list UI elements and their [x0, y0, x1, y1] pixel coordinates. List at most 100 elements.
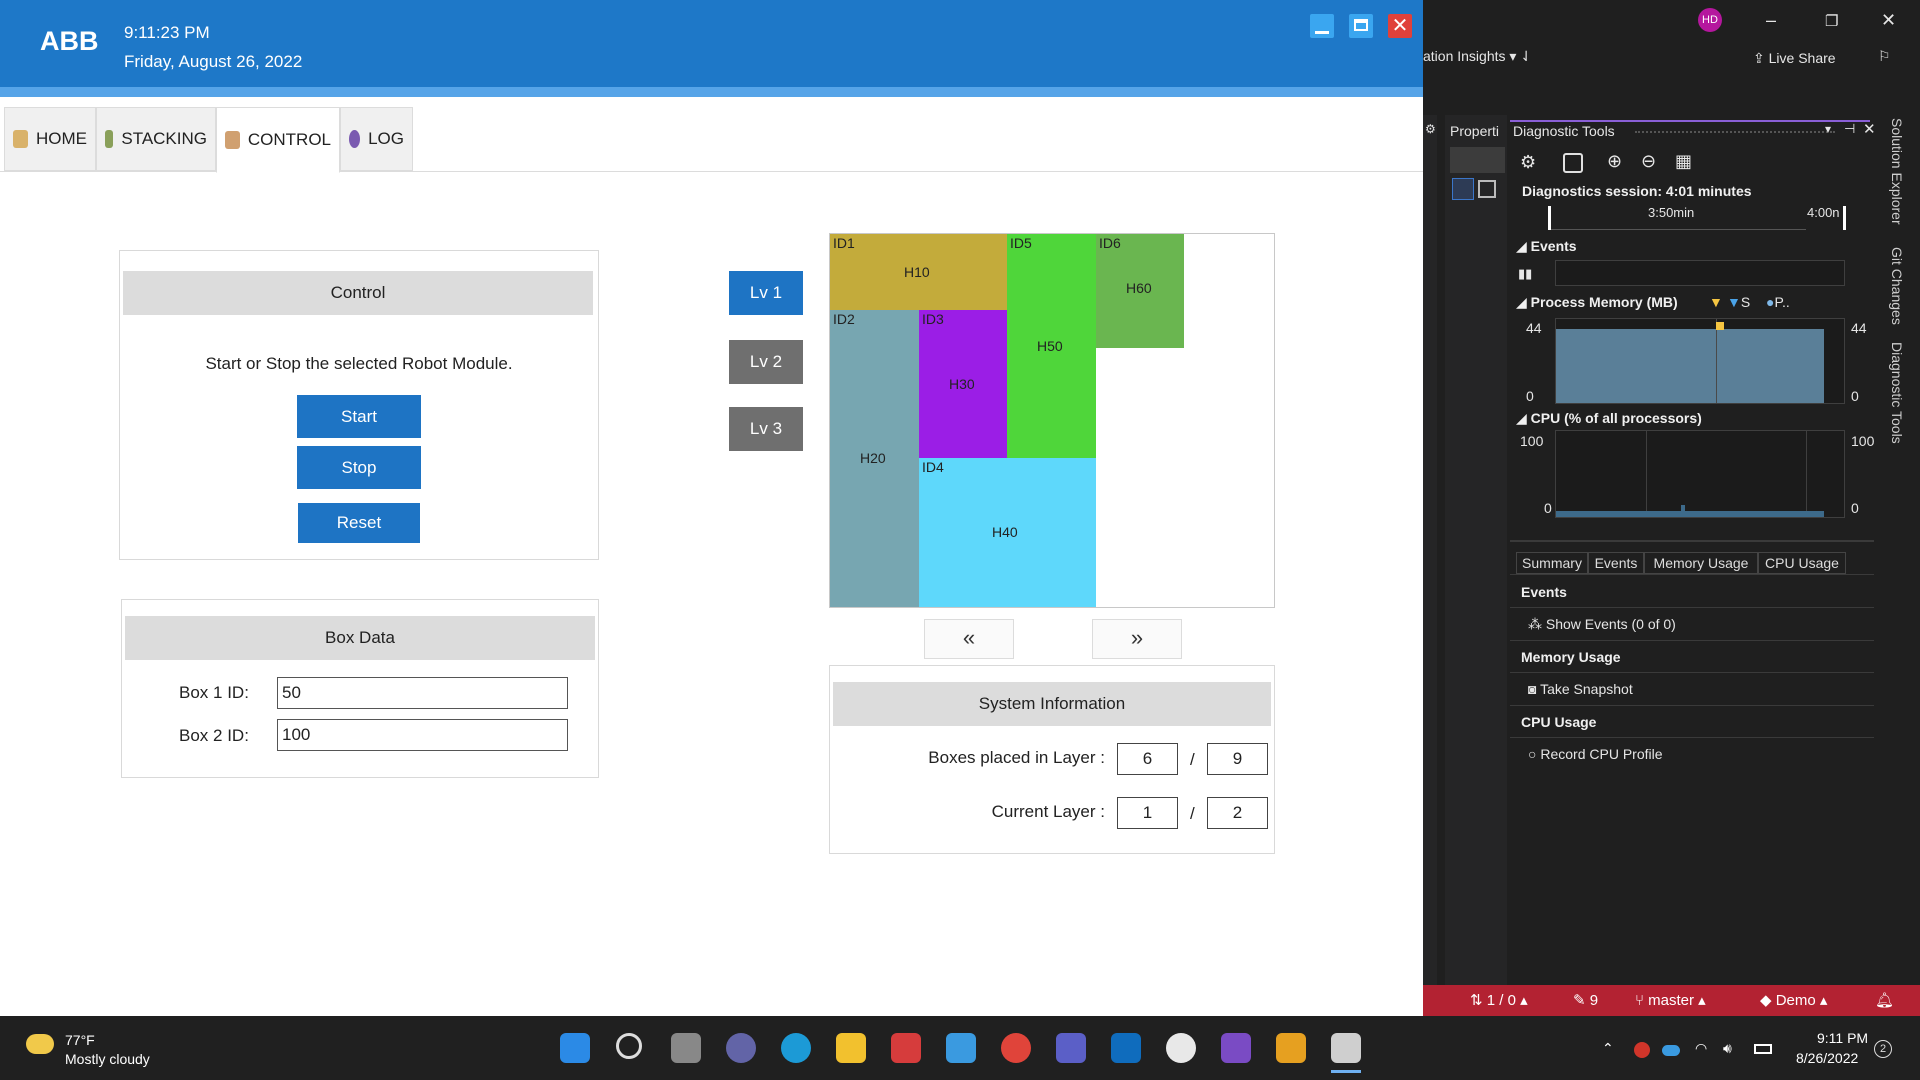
clock-date[interactable]: 8/26/2022 [1796, 1050, 1858, 1066]
diag-settings-icon[interactable]: ⚙ [1520, 152, 1536, 173]
show-events-link[interactable]: ⁂ Show Events (0 of 0) [1528, 616, 1676, 633]
tab-home[interactable]: HOME [4, 107, 96, 171]
tab-log[interactable]: LOG [340, 107, 413, 171]
divider [1510, 737, 1874, 738]
vs-close-icon[interactable]: ✕ [1881, 10, 1896, 31]
feedback-icon[interactable]: ⚐ [1878, 48, 1891, 65]
notification-badge[interactable]: 2 [1874, 1040, 1892, 1058]
tab-stacking[interactable]: STACKING [96, 107, 216, 171]
box-id-label: ID1 [833, 235, 855, 251]
take-snapshot-link[interactable]: ◙ Take Snapshot [1528, 681, 1633, 697]
clock-time[interactable]: 9:11 PM [1817, 1030, 1868, 1046]
cpu-graph [1555, 430, 1845, 518]
close-panel-icon[interactable]: ✕ [1863, 120, 1876, 138]
app-icon[interactable] [1166, 1033, 1196, 1063]
chrome-icon[interactable] [1001, 1033, 1031, 1063]
tab-cpu-usage[interactable]: CPU Usage [1758, 552, 1846, 574]
sync-status[interactable]: ⇅ 1 / 0 ▴ [1470, 991, 1528, 1009]
categorized-icon[interactable] [1452, 178, 1474, 200]
properties-tab[interactable]: Properti [1450, 123, 1499, 139]
alphabetical-icon[interactable] [1478, 180, 1496, 198]
winforms-app-icon[interactable] [1276, 1033, 1306, 1063]
diagnostic-tools-tab[interactable]: Diagnostic Tools [1889, 342, 1905, 444]
task-view-icon[interactable] [671, 1033, 701, 1063]
solution-explorer-tab[interactable]: Solution Explorer [1889, 118, 1905, 225]
boxes-placed-label: Boxes placed in Layer : [928, 748, 1105, 767]
export-icon[interactable] [1563, 153, 1583, 173]
vs-minimize-icon[interactable]: – [1766, 10, 1776, 31]
cpu-section-header[interactable]: ◢ CPU (% of all processors) [1516, 410, 1702, 427]
gift-app-icon[interactable] [891, 1033, 921, 1063]
repo-label: Demo [1775, 992, 1816, 1009]
next-button[interactable]: » [1092, 619, 1182, 659]
level-1-button[interactable]: Lv 1 [729, 271, 803, 315]
session-duration: Diagnostics session: 4:01 minutes [1522, 183, 1752, 199]
branch-status[interactable]: ⑂ master ▴ [1635, 991, 1706, 1009]
stop-button[interactable]: Stop [297, 446, 421, 489]
notifications-bell[interactable]: 🔔︎ [1875, 991, 1894, 1009]
vs-restore-icon[interactable]: ❐ [1825, 12, 1838, 30]
reset-button[interactable]: Reset [298, 503, 420, 543]
insights-label: ation Insights [1423, 48, 1506, 64]
settings-icon[interactable]: ⚙ [1425, 122, 1436, 136]
splitter[interactable] [1510, 540, 1874, 542]
outlook-icon[interactable] [1111, 1033, 1141, 1063]
weather-temp[interactable]: 77°F [65, 1032, 95, 1048]
reset-zoom-icon[interactable]: ▦ [1675, 151, 1692, 172]
running-app-icon[interactable] [1331, 1033, 1361, 1063]
application-insights-menu[interactable]: ation Insights ▾ ⇃ [1423, 48, 1532, 65]
pause-icon[interactable]: ▮▮ [1518, 266, 1532, 282]
volume-icon[interactable]: 🔊︎ [1723, 1040, 1732, 1057]
tab-memory-usage[interactable]: Memory Usage [1644, 552, 1758, 574]
diagnostic-tools-title: Diagnostic Tools [1513, 123, 1615, 139]
box-id-label: ID6 [1099, 235, 1121, 251]
user-avatar[interactable]: HD [1698, 8, 1722, 32]
previous-button[interactable]: « [924, 619, 1014, 659]
teams-icon[interactable] [1056, 1033, 1086, 1063]
level-2-button[interactable]: Lv 2 [729, 340, 803, 384]
onedrive-icon[interactable] [1662, 1045, 1680, 1056]
git-changes-tab[interactable]: Git Changes [1889, 247, 1905, 325]
events-section-header[interactable]: ◢ Events [1516, 238, 1577, 255]
level-3-button[interactable]: Lv 3 [729, 407, 803, 451]
start-icon[interactable] [560, 1033, 590, 1063]
timeline-end-marker[interactable] [1843, 206, 1846, 230]
file-explorer-icon[interactable] [836, 1033, 866, 1063]
tab-control[interactable]: CONTROL [216, 107, 340, 173]
live-share-button[interactable]: ⇪ Live Share [1753, 50, 1836, 67]
control-panel: Control Start or Stop the selected Robot… [119, 250, 599, 560]
zoom-out-icon[interactable]: ⊖ [1641, 151, 1656, 172]
box2-id-input[interactable]: 100 [277, 719, 568, 751]
edge-icon[interactable] [781, 1033, 811, 1063]
boxes-placed-value: 6 [1117, 743, 1178, 775]
box1-id-input[interactable]: 50 [277, 677, 568, 709]
summary-events-title: Events [1521, 584, 1567, 600]
close-button[interactable]: ✕ [1388, 14, 1412, 38]
weather-icon[interactable] [26, 1034, 54, 1054]
search-icon[interactable] [616, 1033, 642, 1059]
wifi-icon[interactable]: ◠ [1695, 1040, 1707, 1057]
battery-icon[interactable] [1754, 1044, 1772, 1054]
show-hidden-icons[interactable]: ⌃ [1602, 1040, 1614, 1057]
zoom-in-icon[interactable]: ⊕ [1607, 151, 1622, 172]
tab-events[interactable]: Events [1588, 552, 1644, 574]
tab-summary[interactable]: Summary [1516, 552, 1588, 574]
repo-status[interactable]: ◆ Demo ▴ [1760, 991, 1827, 1009]
chat-icon[interactable] [726, 1033, 756, 1063]
record-cpu-link[interactable]: ○ Record CPU Profile [1528, 746, 1663, 762]
maximize-button[interactable] [1349, 14, 1373, 38]
tray-app-icon[interactable] [1634, 1042, 1650, 1058]
box-height-label: H30 [949, 376, 975, 392]
dropdown-icon[interactable]: ▾ [1825, 122, 1831, 136]
edits-status[interactable]: ✎ 9 [1573, 991, 1598, 1009]
pin-icon[interactable]: ⊣ [1844, 121, 1855, 137]
total-layers-value: 2 [1207, 797, 1268, 829]
memory-section-header[interactable]: ◢ Process Memory (MB) [1516, 294, 1678, 311]
start-button[interactable]: Start [297, 395, 421, 438]
divider [1510, 672, 1874, 673]
minimize-button[interactable] [1310, 14, 1334, 38]
store-icon[interactable] [946, 1033, 976, 1063]
visual-studio-icon[interactable] [1221, 1033, 1251, 1063]
weather-condition[interactable]: Mostly cloudy [65, 1051, 150, 1067]
show-events-label: Show Events (0 of 0) [1545, 616, 1676, 632]
